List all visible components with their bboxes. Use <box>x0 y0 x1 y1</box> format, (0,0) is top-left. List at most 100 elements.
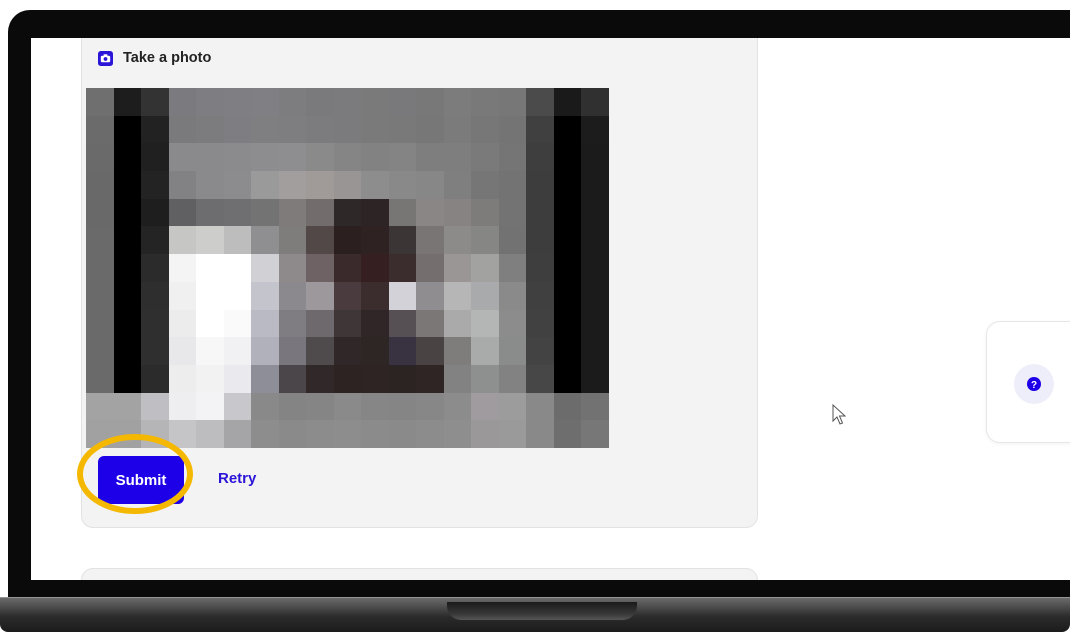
help-widget[interactable]: ? <box>986 321 1070 443</box>
photo-pixel <box>113 88 142 116</box>
photo-pixel <box>581 88 609 116</box>
photo-pixel <box>251 309 279 338</box>
photo-pixel <box>196 392 224 421</box>
photo-pixel <box>306 143 334 172</box>
photo-pixel <box>251 420 279 448</box>
photo-pixel <box>306 171 334 199</box>
laptop-notch <box>447 602 637 620</box>
submit-button[interactable]: Submit <box>98 456 184 504</box>
photo-pixel <box>251 143 279 172</box>
photo-pixel <box>306 364 334 393</box>
photo-pixel <box>251 337 279 365</box>
photo-pixel <box>526 309 554 338</box>
photo-pixel <box>498 171 527 199</box>
photo-pixel <box>251 198 279 227</box>
photo-pixel <box>113 281 142 310</box>
photo-pixel <box>168 254 197 282</box>
photo-pixel <box>86 392 114 421</box>
photo-pixel <box>553 309 582 338</box>
photo-pixel <box>278 115 307 144</box>
photo-pixel <box>581 115 609 144</box>
photo-pixel <box>86 254 114 282</box>
photo-pixel <box>553 143 582 172</box>
photo-pixel <box>223 115 252 144</box>
photo-pixel <box>498 254 527 282</box>
photo-pixel <box>471 171 499 199</box>
photo-pixel <box>306 420 334 448</box>
photo-pixel <box>443 171 472 199</box>
photo-pixel <box>168 309 197 338</box>
photo-pixel <box>443 88 472 116</box>
photo-pixel <box>333 88 362 116</box>
photo-pixel <box>333 420 362 448</box>
photo-pixel <box>196 171 224 199</box>
photo-pixel <box>141 281 169 310</box>
photo-pixel <box>168 420 197 448</box>
photo-pixel <box>223 198 252 227</box>
photo-pixel <box>553 254 582 282</box>
photo-pixel <box>278 281 307 310</box>
next-card <box>81 568 758 580</box>
photo-pixel <box>526 420 554 448</box>
photo-pixel <box>443 198 472 227</box>
photo-pixel <box>416 337 444 365</box>
photo-pixel <box>416 171 444 199</box>
photo-pixel <box>333 226 362 255</box>
photo-pixel <box>168 115 197 144</box>
photo-pixel <box>361 309 389 338</box>
help-icon-wrap[interactable]: ? <box>1014 364 1054 404</box>
photo-pixel <box>168 171 197 199</box>
photo-pixel <box>388 171 417 199</box>
photo-pixel <box>113 171 142 199</box>
photo-pixel <box>553 337 582 365</box>
photo-pixel <box>251 392 279 421</box>
photo-pixel <box>251 364 279 393</box>
photo-pixel <box>86 226 114 255</box>
photo-pixel <box>223 88 252 116</box>
photo-pixel <box>223 420 252 448</box>
photo-pixel <box>333 392 362 421</box>
card-title: Take a photo <box>123 50 212 66</box>
photo-pixel <box>141 309 169 338</box>
photo-pixel <box>498 364 527 393</box>
photo-pixel <box>471 392 499 421</box>
photo-pixel <box>361 143 389 172</box>
photo-pixel <box>416 281 444 310</box>
photo-pixel <box>361 88 389 116</box>
photo-pixel <box>553 392 582 421</box>
photo-pixel <box>471 337 499 365</box>
photo-pixel <box>333 198 362 227</box>
photo-pixel <box>278 143 307 172</box>
photo-pixel <box>443 281 472 310</box>
photo-pixel <box>333 143 362 172</box>
photo-pixel <box>498 115 527 144</box>
photo-pixel <box>388 364 417 393</box>
photo-pixel <box>306 115 334 144</box>
photo-pixel <box>443 226 472 255</box>
photo-pixel <box>361 171 389 199</box>
photo-pixel <box>416 392 444 421</box>
photo-pixel <box>498 337 527 365</box>
photo-pixel <box>416 420 444 448</box>
photo-pixel <box>581 337 609 365</box>
photo-pixel <box>443 254 472 282</box>
laptop-screen: Take a photo Submit Retry ? <box>31 38 1070 580</box>
photo-pixel <box>86 88 114 116</box>
photo-pixel <box>388 337 417 365</box>
photo-pixel <box>526 281 554 310</box>
photo-pixel <box>168 143 197 172</box>
photo-pixel <box>388 392 417 421</box>
photo-pixel <box>581 254 609 282</box>
photo-pixel <box>553 226 582 255</box>
photo-pixel <box>526 198 554 227</box>
photo-pixel <box>361 420 389 448</box>
photo-pixel <box>526 143 554 172</box>
retry-button[interactable]: Retry <box>218 470 256 490</box>
photo-pixel <box>471 143 499 172</box>
photo-pixel <box>416 198 444 227</box>
photo-pixel <box>141 254 169 282</box>
photo-pixel <box>388 115 417 144</box>
photo-pixel <box>333 309 362 338</box>
photo-pixel <box>333 115 362 144</box>
photo-pixel <box>196 88 224 116</box>
